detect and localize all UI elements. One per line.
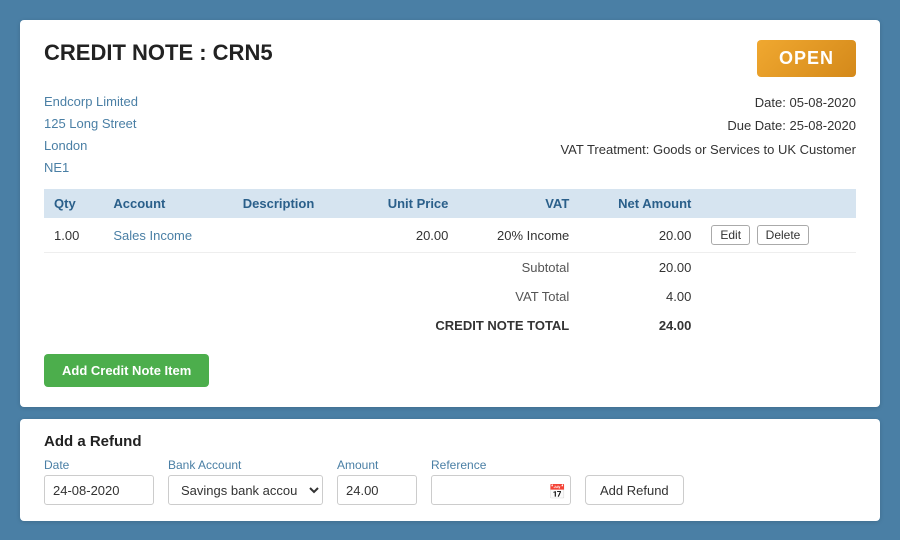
vat-treatment-label: VAT Treatment:: [560, 142, 649, 157]
client-address3: NE1: [44, 157, 138, 179]
table-row: 1.00 Sales Income 20.00 20% Income 20.00…: [44, 218, 856, 253]
refund-bank-label: Bank Account: [168, 458, 323, 472]
add-credit-note-item-button[interactable]: Add Credit Note Item: [44, 354, 209, 387]
vat-treatment-row: VAT Treatment: Goods or Services to UK C…: [560, 138, 856, 161]
credit-note-title: CREDIT NOTE : CRN5: [44, 40, 273, 66]
col-net-amount: Net Amount: [579, 189, 701, 218]
refund-date-input[interactable]: [44, 475, 154, 505]
add-item-section: Add Credit Note Item: [44, 354, 856, 387]
refund-card: Add a Refund Date Bank Account Savings b…: [20, 419, 880, 521]
cell-description: [233, 218, 353, 253]
add-refund-button[interactable]: Add Refund: [585, 475, 684, 505]
cell-vat: 20% Income: [458, 218, 579, 253]
client-info: Endcorp Limited 125 Long Street London N…: [44, 91, 138, 179]
col-vat: VAT: [458, 189, 579, 218]
cell-net-amount: 20.00: [579, 218, 701, 253]
date-value: 05-08-2020: [790, 95, 857, 110]
cell-unit-price: 20.00: [353, 218, 459, 253]
due-date-label: Due Date:: [727, 118, 786, 133]
refund-amount-label: Amount: [337, 458, 417, 472]
status-badge: OPEN: [757, 40, 856, 77]
account-link[interactable]: Sales Income: [113, 228, 192, 243]
subtotal-value: 20.00: [579, 253, 701, 283]
col-description: Description: [233, 189, 353, 218]
cell-actions: Edit Delete: [701, 218, 856, 253]
refund-amount-field: Amount: [337, 458, 417, 505]
col-unit-price: Unit Price: [353, 189, 459, 218]
vat-total-row: VAT Total 4.00: [44, 282, 856, 311]
vat-treatment-value: Goods or Services to UK Customer: [653, 142, 856, 157]
credit-note-total-value: 24.00: [579, 311, 701, 340]
items-table: Qty Account Description Unit Price VAT N…: [44, 189, 856, 340]
refund-date-label: Date: [44, 458, 154, 472]
credit-note-header: CREDIT NOTE : CRN5 OPEN: [44, 40, 856, 77]
invoice-meta: Date: 05-08-2020 Due Date: 25-08-2020 VA…: [560, 91, 856, 179]
subtotal-row: Subtotal 20.00: [44, 253, 856, 283]
refund-reference-input[interactable]: [431, 475, 571, 505]
vat-total-label: VAT Total: [44, 282, 579, 311]
date-row: Date: 05-08-2020: [560, 91, 856, 114]
col-qty: Qty: [44, 189, 103, 218]
client-address2: London: [44, 135, 138, 157]
refund-bank-select[interactable]: Savings bank accountCurrent accountOther…: [168, 475, 323, 505]
refund-reference-label: Reference: [431, 458, 571, 472]
col-account: Account: [103, 189, 232, 218]
refund-bank-field: Bank Account Savings bank accountCurrent…: [168, 458, 323, 505]
cell-qty: 1.00: [44, 218, 103, 253]
refund-title: Add a Refund: [44, 433, 856, 450]
client-address1: 125 Long Street: [44, 113, 138, 135]
refund-reference-field: Reference 📅: [431, 458, 571, 505]
delete-button[interactable]: Delete: [757, 225, 810, 245]
credit-note-card: CREDIT NOTE : CRN5 OPEN Endcorp Limited …: [20, 20, 880, 407]
cell-account: Sales Income: [103, 218, 232, 253]
refund-date-field: Date: [44, 458, 154, 505]
refund-fields: Date Bank Account Savings bank accountCu…: [44, 458, 856, 505]
subtotal-label: Subtotal: [44, 253, 579, 283]
date-label: Date:: [755, 95, 786, 110]
edit-button[interactable]: Edit: [711, 225, 750, 245]
credit-note-total-row: CREDIT NOTE TOTAL 24.00: [44, 311, 856, 340]
credit-note-total-label: CREDIT NOTE TOTAL: [44, 311, 579, 340]
due-date-value: 25-08-2020: [790, 118, 857, 133]
refund-amount-input[interactable]: [337, 475, 417, 505]
vat-total-value: 4.00: [579, 282, 701, 311]
table-header-row: Qty Account Description Unit Price VAT N…: [44, 189, 856, 218]
col-actions: [701, 189, 856, 218]
client-name: Endcorp Limited: [44, 91, 138, 113]
due-date-row: Due Date: 25-08-2020: [560, 114, 856, 137]
meta-row: Endcorp Limited 125 Long Street London N…: [44, 91, 856, 179]
